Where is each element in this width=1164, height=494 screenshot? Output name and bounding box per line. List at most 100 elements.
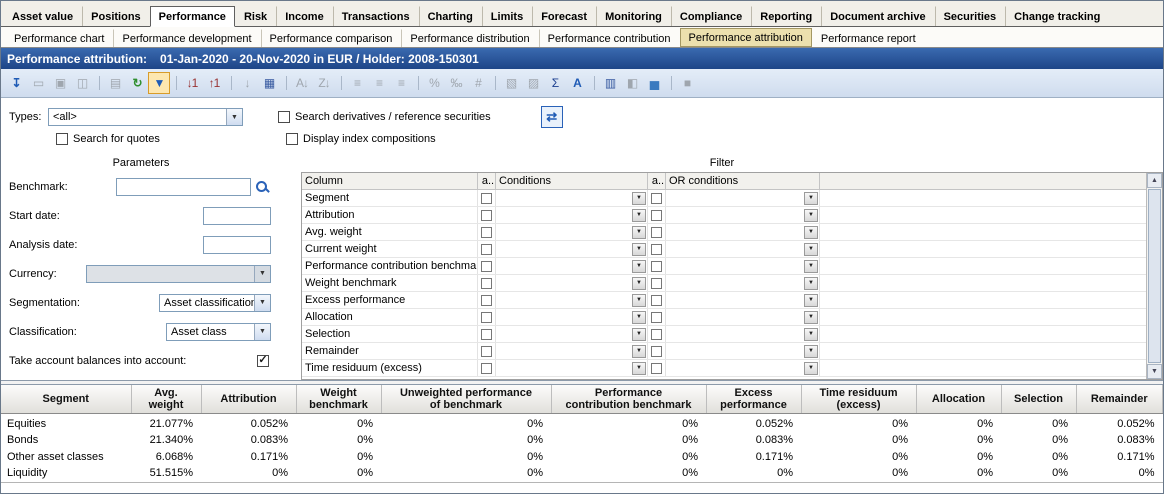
analysis-date-input[interactable]	[203, 236, 271, 254]
subtab-performance-report[interactable]: Performance report	[812, 29, 925, 47]
and-checkbox[interactable]	[481, 295, 492, 306]
subtab-performance-distribution[interactable]: Performance distribution	[401, 29, 538, 47]
or-conditions-cell[interactable]	[666, 207, 820, 223]
and-checkbox[interactable]	[651, 261, 662, 272]
export-icon[interactable]: ↧	[5, 72, 27, 94]
chevron-down-icon[interactable]	[804, 362, 818, 375]
chevron-down-icon[interactable]	[804, 260, 818, 273]
segmentation-select[interactable]: Asset classification	[159, 294, 271, 312]
types-select[interactable]: <all>	[48, 108, 243, 126]
column-header[interactable]: Allocation	[916, 385, 1001, 414]
and-checkbox[interactable]	[651, 244, 662, 255]
chevron-down-icon[interactable]	[632, 192, 646, 205]
tab-reporting[interactable]: Reporting	[751, 6, 821, 26]
fit-view-icon[interactable]: ▭	[27, 72, 49, 94]
checkbox-icon[interactable]	[278, 111, 290, 123]
rollup-icon[interactable]: ↑1	[203, 72, 225, 94]
chevron-down-icon[interactable]	[632, 328, 646, 341]
start-date-input[interactable]	[203, 207, 271, 225]
percent-icon[interactable]: %	[423, 72, 445, 94]
filter-settings-icon[interactable]: ▼	[148, 72, 170, 94]
conditions-cell[interactable]	[496, 275, 648, 291]
sort-ascending-icon[interactable]: A↓	[291, 72, 313, 94]
conditions-cell[interactable]	[496, 207, 648, 223]
conditions-cell[interactable]	[496, 343, 648, 359]
or-conditions-cell[interactable]	[666, 292, 820, 308]
tab-positions[interactable]: Positions	[82, 6, 150, 26]
tab-securities[interactable]: Securities	[935, 6, 1006, 26]
or-conditions-cell[interactable]	[666, 224, 820, 240]
tab-change-tracking[interactable]: Change tracking	[1005, 6, 1109, 26]
column-header[interactable]: Attribution	[201, 385, 296, 414]
column-header[interactable]: Unweighted performance of benchmark	[381, 385, 551, 414]
conditions-cell[interactable]	[496, 309, 648, 325]
chevron-down-icon[interactable]	[632, 294, 646, 307]
checkbox-icon[interactable]	[56, 133, 68, 145]
chevron-down-icon[interactable]	[632, 362, 646, 375]
and-checkbox[interactable]	[651, 329, 662, 340]
take-account-checkbox[interactable]	[257, 355, 269, 367]
and-checkbox[interactable]	[651, 193, 662, 204]
column-header[interactable]: Remainder	[1076, 385, 1163, 414]
column-header[interactable]: Excess performance	[706, 385, 801, 414]
chevron-down-icon[interactable]	[804, 294, 818, 307]
font-icon[interactable]: A	[566, 72, 588, 94]
chevron-down-icon[interactable]	[632, 209, 646, 222]
stop-icon[interactable]: ■	[676, 72, 698, 94]
column-header[interactable]: Segment	[1, 385, 131, 414]
table-row[interactable]: Equities 21.077% 0.052% 0% 0% 0% 0.052% …	[1, 414, 1163, 432]
or-conditions-cell[interactable]	[666, 360, 820, 376]
chevron-down-icon[interactable]	[632, 277, 646, 290]
and-checkbox[interactable]	[651, 346, 662, 357]
search-derivatives-checkbox[interactable]: Search derivatives / reference securitie…	[278, 111, 491, 123]
column-header[interactable]: Avg. weight	[131, 385, 201, 414]
subtab-performance-contribution[interactable]: Performance contribution	[539, 29, 680, 47]
conditions-cell[interactable]	[496, 360, 648, 376]
table-row[interactable]: Liquidity 51.515% 0% 0% 0% 0% 0% 0% 0% 0…	[1, 465, 1163, 482]
and-checkbox[interactable]	[481, 363, 492, 374]
and-checkbox[interactable]	[651, 210, 662, 221]
tab-transactions[interactable]: Transactions	[333, 6, 419, 26]
chevron-down-icon[interactable]	[804, 345, 818, 358]
subtab-performance-development[interactable]: Performance development	[113, 29, 260, 47]
bar-chart-icon[interactable]: ▅	[643, 72, 665, 94]
or-conditions-cell[interactable]	[666, 326, 820, 342]
and-checkbox[interactable]	[651, 227, 662, 238]
or-conditions-cell[interactable]	[666, 258, 820, 274]
column-header[interactable]: Performance contribution benchmark	[551, 385, 706, 414]
and-checkbox[interactable]	[651, 295, 662, 306]
scroll-down-icon[interactable]	[1147, 364, 1162, 379]
chevron-down-icon[interactable]	[632, 243, 646, 256]
chevron-down-icon[interactable]	[804, 243, 818, 256]
conditions-cell[interactable]	[496, 326, 648, 342]
tab-charting[interactable]: Charting	[419, 6, 482, 26]
chevron-down-icon[interactable]	[804, 192, 818, 205]
and-checkbox[interactable]	[481, 329, 492, 340]
outline-icon[interactable]: ▨	[522, 72, 544, 94]
and-checkbox[interactable]	[651, 312, 662, 323]
or-conditions-cell[interactable]	[666, 343, 820, 359]
tab-income[interactable]: Income	[276, 6, 333, 26]
chevron-down-icon[interactable]	[804, 209, 818, 222]
chevron-down-icon[interactable]	[804, 277, 818, 290]
scroll-thumb[interactable]	[1148, 189, 1161, 363]
and-checkbox[interactable]	[481, 227, 492, 238]
table-row[interactable]: Other asset classes 6.068% 0.171% 0% 0% …	[1, 448, 1163, 465]
tab-document-archive[interactable]: Document archive	[821, 6, 934, 26]
and-checkbox[interactable]	[481, 193, 492, 204]
classification-select[interactable]: Asset class	[166, 323, 271, 341]
and-checkbox[interactable]	[651, 278, 662, 289]
chevron-down-icon[interactable]	[632, 260, 646, 273]
align-center-icon[interactable]: ≡	[368, 72, 390, 94]
zoom-area-icon[interactable]: ▣	[49, 72, 71, 94]
sort-descending-icon[interactable]: Z↓	[313, 72, 335, 94]
column-header[interactable]: Weight benchmark	[296, 385, 381, 414]
benchmark-input[interactable]	[116, 178, 251, 196]
or-conditions-cell[interactable]	[666, 241, 820, 257]
chevron-down-icon[interactable]	[632, 226, 646, 239]
table-row[interactable]: Bonds 21.340% 0.083% 0% 0% 0% 0.083% 0% …	[1, 431, 1163, 448]
permille-icon[interactable]: ‰	[445, 72, 467, 94]
column-header[interactable]: Time residuum (excess)	[801, 385, 916, 414]
tab-performance[interactable]: Performance	[150, 6, 235, 27]
pan-view-icon[interactable]: ◫	[71, 72, 93, 94]
